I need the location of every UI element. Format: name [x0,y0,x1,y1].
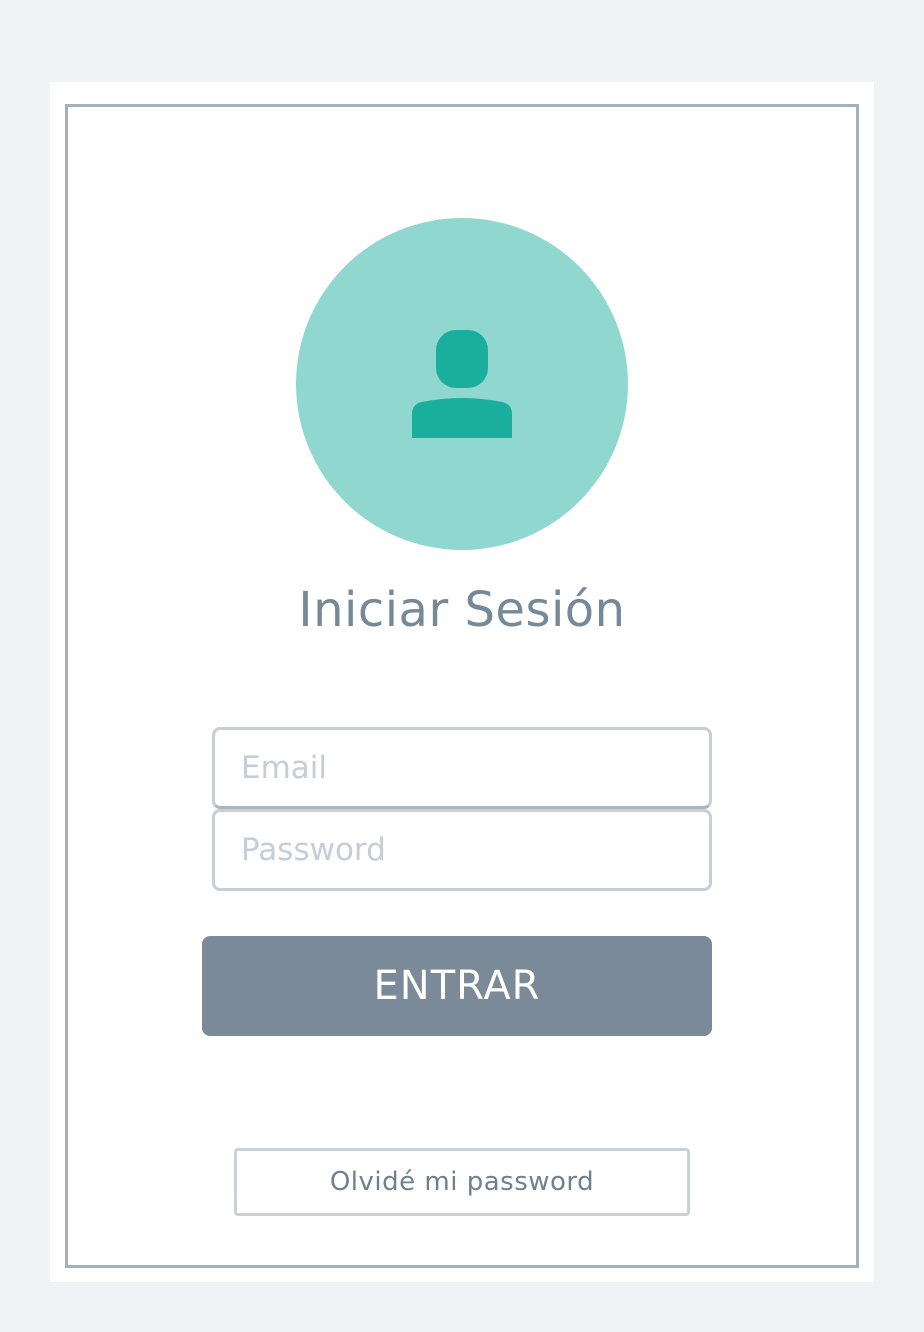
enter-button[interactable]: ENTRAR [202,936,712,1036]
password-field[interactable] [212,809,712,891]
login-card: Iniciar Sesión ENTRAR Olvidé mi password [50,82,874,1282]
user-icon [412,330,512,438]
avatar [296,218,628,550]
page-title: Iniciar Sesión [298,582,626,638]
forgot-password-button[interactable]: Olvidé mi password [234,1148,690,1216]
email-field[interactable] [212,727,712,809]
